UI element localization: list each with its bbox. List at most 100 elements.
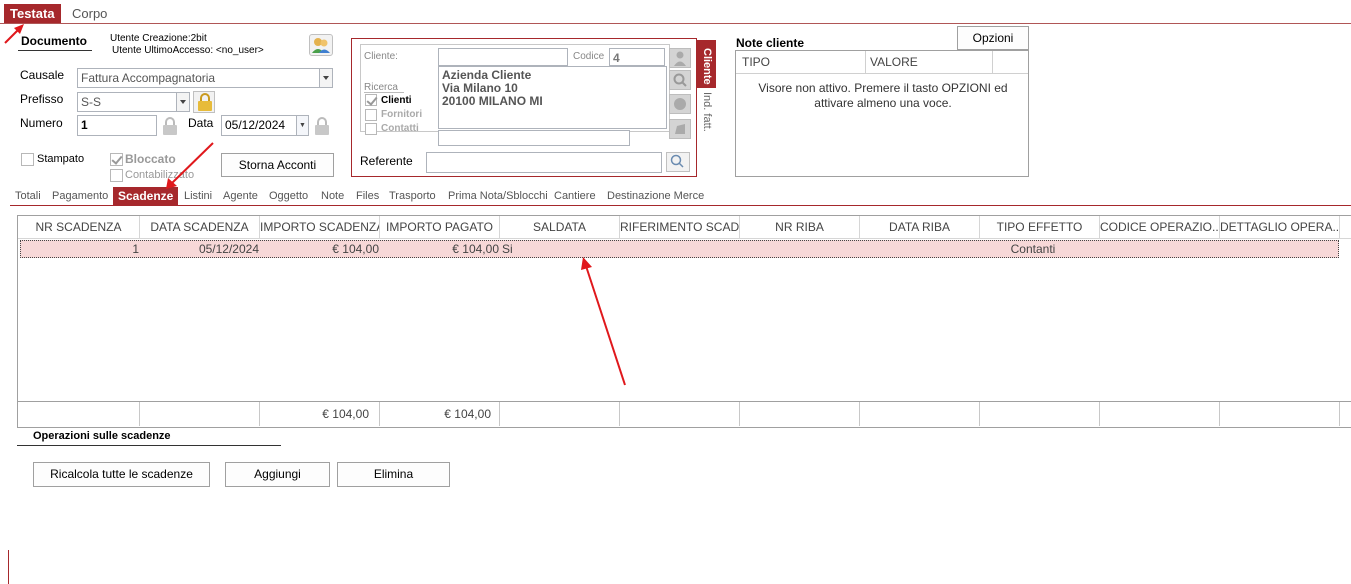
subtab-divider	[10, 205, 1351, 206]
magnifier-button[interactable]	[669, 70, 691, 90]
col-header-data-scadenza[interactable]: DATA SCADENZA	[140, 216, 260, 238]
cliente-address-box[interactable]: Azienda Cliente Via Milano 10 20100 MILA…	[438, 66, 667, 129]
numero-lock-icon[interactable]	[162, 117, 178, 135]
ricalcola-button[interactable]: Ricalcola tutte le scadenze	[33, 462, 210, 487]
col-header-nr-riba[interactable]: NR RIBA	[740, 216, 860, 238]
utente-creazione: Utente Creazione:2bit	[110, 33, 207, 44]
subtab-note[interactable]: Note	[321, 187, 344, 205]
storna-acconti-button[interactable]: Storna Acconti	[221, 153, 334, 177]
elimina-button[interactable]: Elimina	[337, 462, 450, 487]
prefisso-select[interactable]: S-S	[77, 92, 177, 112]
chevron-down-icon: ▼	[299, 122, 306, 129]
globe-button[interactable]	[669, 94, 691, 114]
col-header-codice-operazione[interactable]: CODICE OPERAZIO...	[1100, 216, 1220, 238]
notes-col-tipo: TIPO	[742, 55, 771, 69]
notes-col-divider-2	[992, 51, 993, 73]
notes-header-line	[736, 73, 1028, 74]
footer-cell-10	[1100, 402, 1220, 426]
col-header-importo-scadenza[interactable]: IMPORTO SCADENZA	[260, 216, 380, 238]
ricerca-clienti-checkbox[interactable]	[365, 94, 377, 106]
ricerca-contatti-label: Contatti	[381, 123, 419, 134]
notes-message: Visore non attivo. Premere il tasto OPZI…	[758, 81, 1008, 110]
subtab-pagamento[interactable]: Pagamento	[52, 187, 108, 205]
tab-cliente-vertical[interactable]: Cliente	[697, 40, 716, 88]
col-header-importo-pagato[interactable]: IMPORTO PAGATO	[380, 216, 500, 238]
col-header-riferimento[interactable]: RIFERIMENTO SCAD...	[620, 216, 740, 238]
causale-label: Causale	[20, 68, 65, 82]
cliente-field[interactable]	[438, 48, 568, 66]
footer-total-importo: € 104,00	[260, 402, 380, 426]
notes-col-divider	[865, 51, 866, 73]
codice-field[interactable]: 4	[609, 48, 665, 66]
subtab-listini[interactable]: Listini	[184, 187, 212, 205]
col-header-nr-scadenza[interactable]: NR SCADENZA	[18, 216, 140, 238]
scadenze-grid: NR SCADENZA DATA SCADENZA IMPORTO SCADEN…	[17, 215, 1351, 428]
address-line-3: 20100 MILANO MI	[442, 94, 543, 108]
bloccato-label: Bloccato	[125, 152, 176, 166]
numero-label: Numero	[20, 116, 63, 130]
tab-ind-fatt-vertical[interactable]: Ind. fatt.	[700, 92, 714, 132]
table-row[interactable]: 1 05/12/2024 € 104,00 € 104,00 Si Contan…	[20, 240, 1339, 258]
cell-importo-pagato: € 104,00	[452, 242, 499, 256]
col-header-saldata[interactable]: SALDATA	[500, 216, 620, 238]
utente-accesso: Utente UltimoAccesso: <no_user>	[112, 45, 264, 56]
operazioni-underline	[17, 445, 281, 446]
subtab-scadenze[interactable]: Scadenze	[113, 187, 179, 205]
cell-saldata: Si	[502, 242, 513, 256]
data-label: Data	[188, 116, 214, 130]
col-header-data-riba[interactable]: DATA RIBA	[860, 216, 980, 238]
users-icon	[312, 38, 330, 53]
documento-underline	[18, 50, 92, 51]
ricerca-contatti-checkbox[interactable]	[365, 123, 377, 135]
referente-search-button[interactable]	[666, 152, 690, 172]
cell-tipo-effetto: Contanti	[1010, 242, 1056, 256]
lock-icon	[197, 93, 213, 111]
users-icon-button[interactable]	[309, 34, 333, 56]
bloccato-checkbox[interactable]	[110, 153, 123, 166]
contabilizzato-checkbox[interactable]	[110, 169, 123, 182]
operazioni-title: Operazioni sulle scadenze	[33, 430, 171, 442]
person-search-button[interactable]	[669, 48, 691, 68]
opzioni-button[interactable]: Opzioni	[957, 26, 1029, 50]
col-header-dettaglio-operazione[interactable]: DETTAGLIO OPERA...	[1220, 216, 1340, 238]
prefisso-lock-button[interactable]	[193, 91, 215, 113]
edit-icon	[675, 124, 685, 134]
tab-testata[interactable]: Testata	[4, 4, 61, 24]
data-lock-icon[interactable]	[314, 117, 330, 135]
footer-cell-5	[500, 402, 620, 426]
ricerca-fornitori-checkbox[interactable]	[365, 109, 377, 121]
causale-dropdown-icon[interactable]	[319, 68, 333, 88]
tab-corpo[interactable]: Corpo	[66, 4, 113, 24]
grid-header-line	[18, 238, 1351, 239]
subtab-destinazione-merce[interactable]: Destinazione Merce	[607, 187, 704, 205]
col-header-tipo-effetto[interactable]: TIPO EFFETTO	[980, 216, 1100, 238]
prefisso-dropdown-icon[interactable]	[176, 92, 190, 112]
footer-cell-11	[1220, 402, 1340, 426]
footer-total-pagato: € 104,00	[380, 402, 500, 426]
aggiungi-button[interactable]: Aggiungi	[225, 462, 330, 487]
stampato-checkbox[interactable]	[21, 153, 34, 166]
subtab-prima-nota[interactable]: Prima Nota/Sblocchi	[448, 187, 548, 205]
stampato-label: Stampato	[37, 153, 85, 165]
subtab-trasporto[interactable]: Trasporto	[389, 187, 436, 205]
numero-field[interactable]: 1	[77, 115, 157, 136]
subtab-totali[interactable]: Totali	[15, 187, 41, 205]
left-accent-line	[8, 550, 9, 584]
footer-cell-8	[860, 402, 980, 426]
subtab-agente[interactable]: Agente	[223, 187, 258, 205]
documento-title: Documento	[21, 34, 87, 48]
subtab-oggetto[interactable]: Oggetto	[269, 187, 308, 205]
edit-button[interactable]	[669, 119, 691, 139]
subtab-cantiere[interactable]: Cantiere	[554, 187, 596, 205]
referente-field[interactable]	[426, 152, 662, 173]
causale-select[interactable]: Fattura Accompagnatoria	[77, 68, 320, 88]
ricerca-divider	[364, 92, 404, 93]
cliente-label: Cliente:	[364, 51, 398, 62]
cell-data-scadenza: 05/12/2024	[198, 242, 259, 256]
data-calendar-dropdown[interactable]: ▼	[296, 115, 309, 136]
footer-cell-7	[740, 402, 860, 426]
subtab-files[interactable]: Files	[356, 187, 379, 205]
data-field[interactable]: 05/12/2024	[221, 115, 297, 136]
cell-importo-scadenza: € 104,00	[332, 242, 379, 256]
cliente-extra-field[interactable]	[438, 130, 630, 146]
